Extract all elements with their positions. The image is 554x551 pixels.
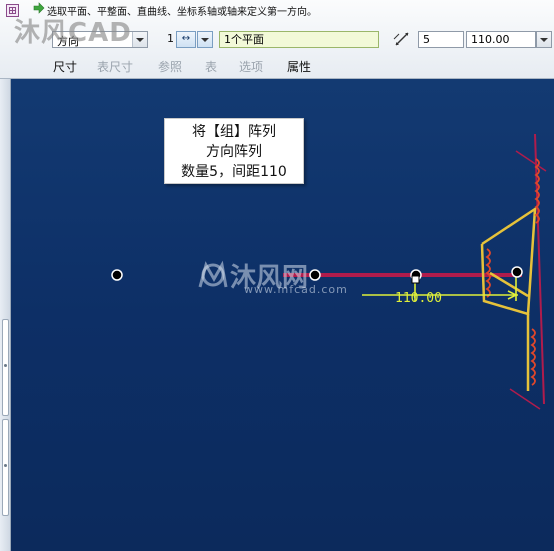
direction-reference-collector[interactable]: 1个平面: [219, 31, 379, 48]
note-line-3: 数量5，间距110: [181, 164, 287, 180]
pattern-member-point: [511, 266, 523, 278]
pattern-member-point: [309, 269, 321, 281]
graphics-canvas[interactable]: 110.00 沐风网 www.mfcad.com 将【组】阵列 方向阵列 数量5…: [0, 79, 554, 551]
tab-references[interactable]: 参照: [158, 58, 182, 75]
spacing-icon: [393, 32, 409, 46]
watermark-top: 沐风CAD: [14, 18, 132, 48]
tab-tables[interactable]: 表: [205, 58, 217, 75]
first-direction-count-label: 1: [167, 32, 174, 45]
spacing-input[interactable]: 110.00: [466, 31, 536, 48]
watermark-url: www.mfcad.com: [244, 283, 348, 296]
tab-table-dimensions[interactable]: 表尺寸: [97, 58, 133, 75]
pattern-member-point: [111, 269, 123, 281]
flip-direction-button[interactable]: ↔: [176, 31, 196, 48]
annotation-note: 将【组】阵列 方向阵列 数量5，间距110: [164, 118, 304, 184]
direction-options-dropdown[interactable]: [197, 31, 213, 48]
tab-properties[interactable]: 属性: [287, 58, 311, 75]
note-line-1: 将【组】阵列: [192, 124, 276, 140]
note-line-2: 方向阵列: [206, 144, 262, 160]
spacing-dimension-label: 110.00: [395, 291, 442, 306]
tab-dimensions[interactable]: 尺寸: [53, 58, 77, 75]
chevron-down-icon[interactable]: [132, 32, 147, 47]
drag-handle-square: [411, 275, 420, 284]
spacing-dropdown-button[interactable]: [536, 31, 552, 48]
member-count-input[interactable]: 5: [418, 31, 464, 48]
tab-options[interactable]: 选项: [239, 58, 263, 75]
